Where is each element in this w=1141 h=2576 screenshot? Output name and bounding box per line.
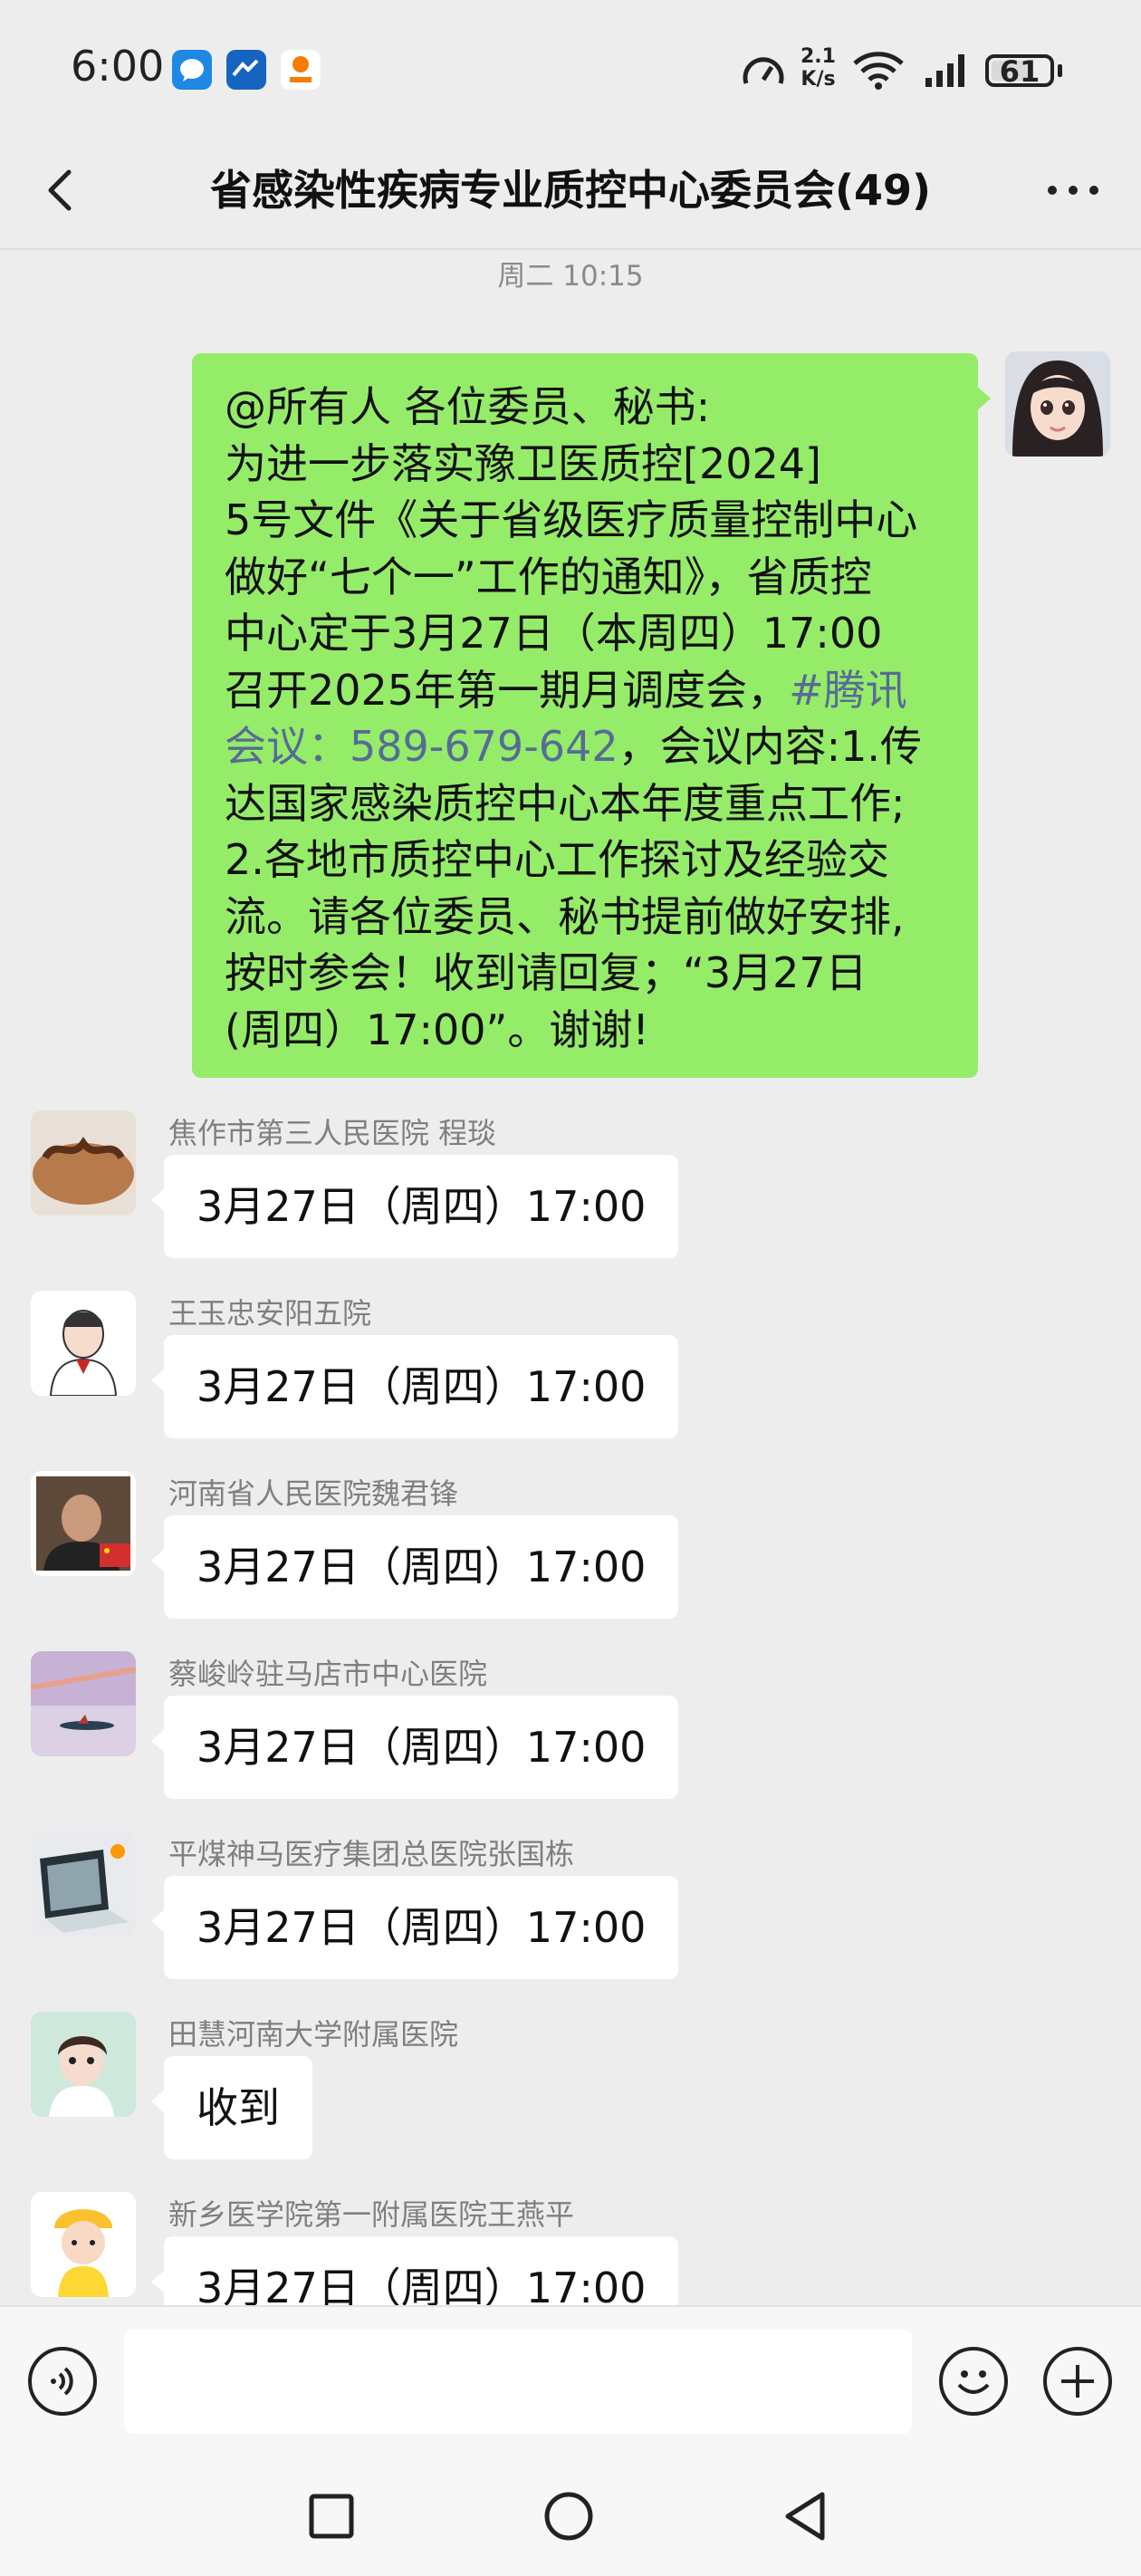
- bubble-tail: [151, 1548, 166, 1573]
- input-bar: [0, 2305, 1141, 2456]
- recent-apps-icon[interactable]: [306, 2491, 357, 2542]
- more-functions-button[interactable]: [1043, 2347, 1112, 2416]
- bubble-tail: [151, 1187, 166, 1213]
- message-line: 中心定于3月27日（本周四）17:00: [225, 609, 883, 658]
- bubble-tail: [151, 1368, 166, 1393]
- battery-tip: [1058, 64, 1062, 77]
- chat-app-icon: [172, 50, 212, 90]
- bubble-tail: [976, 386, 991, 411]
- my-avatar[interactable]: [1005, 351, 1110, 457]
- avatar[interactable]: [31, 1831, 136, 1937]
- bubble-tail: [151, 2269, 166, 2294]
- avatar[interactable]: [31, 1651, 136, 1756]
- message-text: 3月27日（周四）17:00: [197, 1362, 647, 1411]
- meeting-link[interactable]: #腾讯: [789, 666, 907, 715]
- xiaohongshu-app-icon: [281, 50, 321, 90]
- chat-header: 省感染性疾病专业质控中心委员会(49): [0, 136, 1141, 249]
- message-text: 3月27日（周四）17:00: [197, 1723, 647, 1772]
- message-line: (周四）17:00”。谢谢!: [225, 1004, 649, 1054]
- bubble-tail: [151, 1908, 166, 1934]
- message-line: 5号文件《关于省级医疗质量控制中心: [225, 495, 918, 544]
- message-line: 流。请各位委员、秘书提前做好安排,: [225, 891, 905, 941]
- voice-input-button[interactable]: [28, 2347, 97, 2416]
- sender-name: 焦作市第三人民医院 程琰: [168, 1116, 497, 1150]
- message-line: 按时参会！收到请回复；“3月27日: [225, 948, 868, 997]
- message-line: 召开2025年第一期月调度会，#腾讯: [225, 665, 907, 715]
- header-divider: [0, 248, 1141, 250]
- status-time: 6:00: [71, 42, 165, 91]
- message-line: @所有人 各位委员、秘书:: [225, 382, 711, 431]
- avatar[interactable]: [31, 1291, 136, 1396]
- my-message-bubble[interactable]: @所有人 各位委员、秘书: 为进一步落实豫卫医质控[2024] 5号文件《关于省…: [192, 353, 991, 1078]
- message-line: 会议：589-679-642，会议内容:1.传: [225, 722, 922, 771]
- signal-icon: [925, 54, 964, 87]
- sender-name: 蔡峻岭驻马店市中心医院: [168, 1657, 488, 1691]
- message-line: 做好“七个一”工作的通知》，省质控: [225, 552, 872, 601]
- battery-icon: 61: [985, 54, 1054, 89]
- more-options-icon[interactable]: [1041, 163, 1105, 217]
- speed-gauge-icon: [743, 57, 784, 84]
- message-bubble[interactable]: 收到: [151, 2056, 312, 2159]
- message-bubble[interactable]: 3月27日（周四）17:00: [151, 1155, 679, 1258]
- message-text: 收到: [197, 2083, 280, 2132]
- message-bubble[interactable]: 3月27日（周四）17:00: [151, 1876, 679, 1979]
- emoji-button[interactable]: [939, 2347, 1008, 2416]
- sender-name: 王玉忠安阳五院: [168, 1296, 372, 1331]
- avatar[interactable]: [31, 2192, 136, 2297]
- avatar[interactable]: [31, 2012, 136, 2117]
- bubble-tail: [151, 1728, 166, 1754]
- message-input[interactable]: [124, 2329, 912, 2434]
- wifi-icon: [853, 52, 904, 90]
- back-nav-icon[interactable]: [781, 2489, 831, 2543]
- back-arrow-icon[interactable]: [36, 163, 91, 217]
- message-bubble[interactable]: 3月27日（周四）17:00: [151, 1696, 679, 1799]
- message-bubble[interactable]: 3月27日（周四）17:00: [151, 1515, 679, 1619]
- message-timestamp: 周二 10:15: [497, 260, 644, 293]
- status-bar: 6:00 2.1 K/s 61: [0, 0, 1141, 136]
- message-text: 3月27日（周四）17:00: [197, 1903, 647, 1952]
- sender-name: 河南省人民医院魏君锋: [168, 1476, 459, 1511]
- net-speed: 2.1 K/s: [801, 45, 836, 91]
- sender-name: 田慧河南大学附属医院: [168, 2017, 459, 2052]
- emoji-icon: [957, 2370, 990, 2394]
- message-line: 2.各地市质控中心工作探讨及经验交: [225, 835, 889, 884]
- avatar[interactable]: [31, 1110, 136, 1216]
- home-icon[interactable]: [542, 2489, 596, 2543]
- sender-name: 新乡医学院第一附属医院王燕平: [168, 2197, 575, 2232]
- chat-title: 省感染性疾病专业质控中心委员会(49): [209, 166, 932, 215]
- plus-icon: [1061, 2365, 1094, 2398]
- message-text: 3月27日（周四）17:00: [197, 1543, 647, 1591]
- message-text: 3月27日（周四）17:00: [197, 1182, 647, 1231]
- avatar[interactable]: [31, 1471, 136, 1576]
- message-line: 为进一步落实豫卫医质控[2024]: [225, 438, 821, 488]
- meeting-link[interactable]: 会议：589-679-642: [225, 722, 618, 771]
- bubble-tail: [151, 2089, 166, 2114]
- system-nav-bar: [0, 2455, 1141, 2576]
- voice-icon: [51, 2367, 73, 2396]
- message-bubble[interactable]: 3月27日（周四）17:00: [151, 1335, 679, 1438]
- sender-name: 平煤神马医疗集团总医院张国栋: [168, 1837, 575, 1871]
- message-line: 达国家感染质控中心本年度重点工作;: [225, 778, 906, 828]
- messenger-app-icon: [226, 50, 266, 90]
